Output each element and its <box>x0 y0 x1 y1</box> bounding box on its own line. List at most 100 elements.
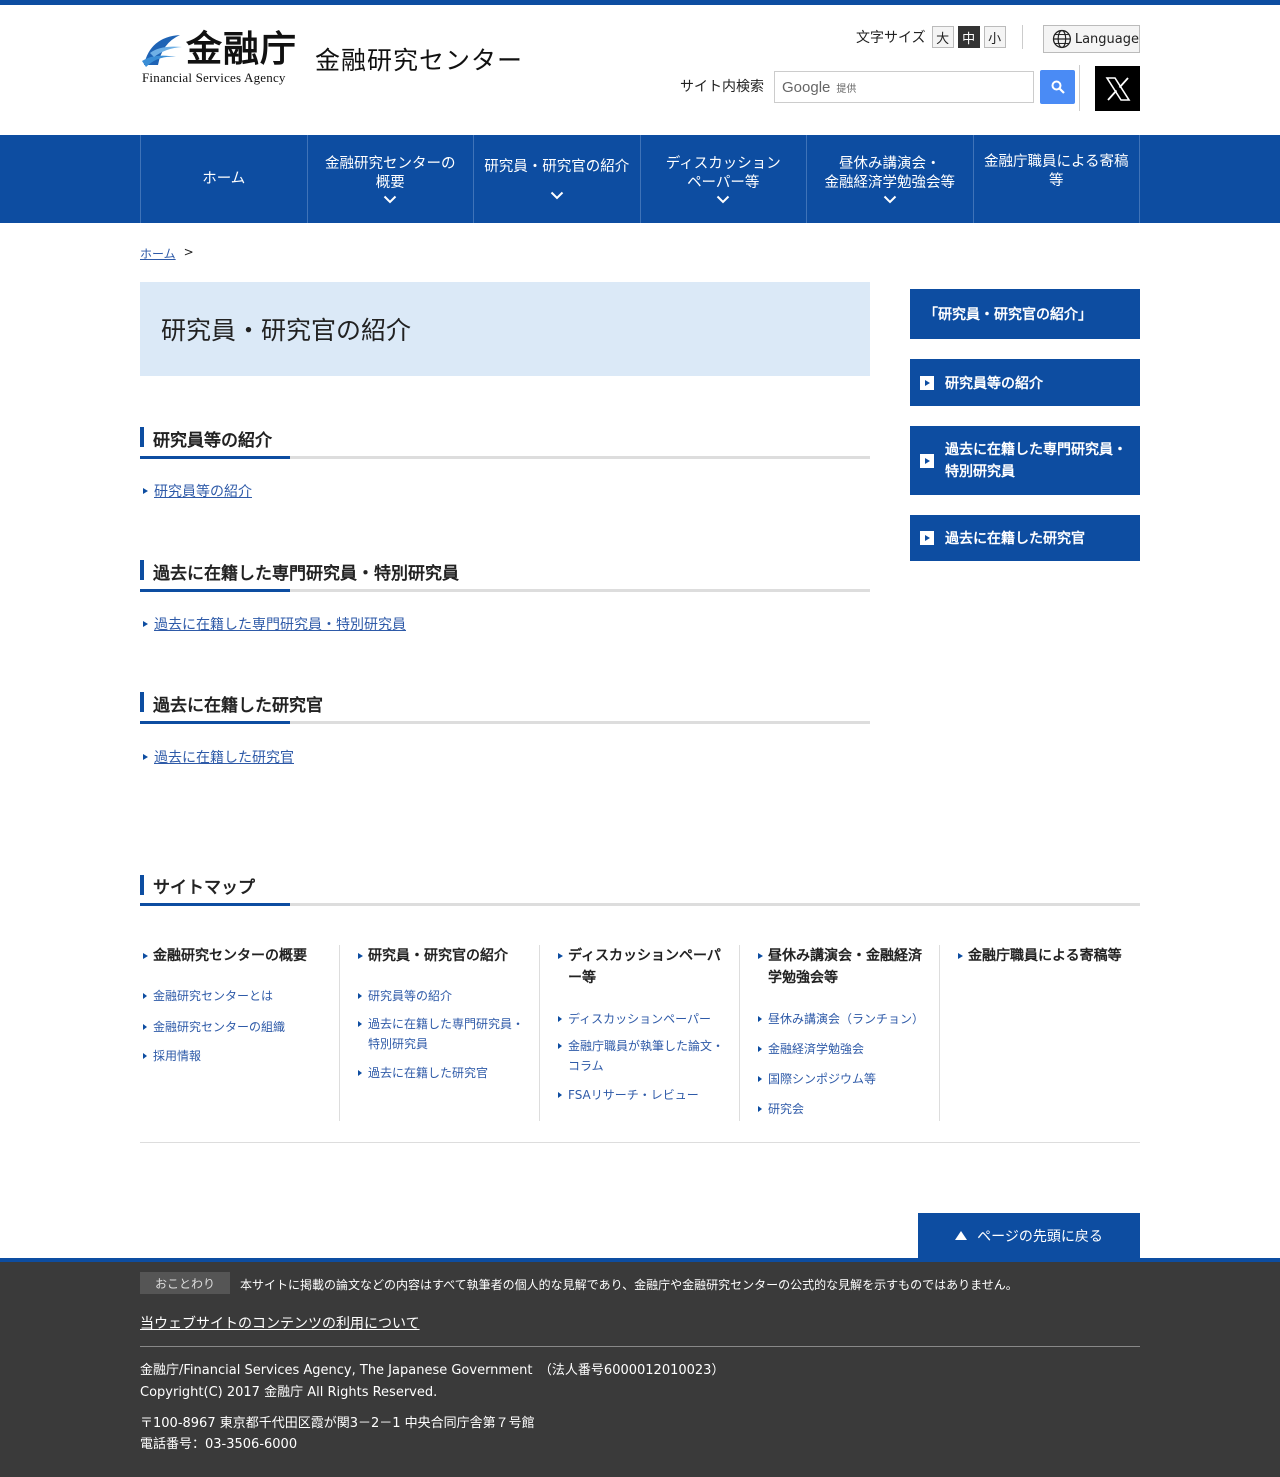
sitemap-column-heading[interactable]: 金融研究センターの概要 <box>140 945 325 967</box>
section-heading-past-officers: 過去に在籍した研究官 <box>140 692 870 728</box>
sitemap-column-heading[interactable]: ディスカッションペーパー等 <box>555 945 725 989</box>
footer-divider <box>140 1346 1140 1347</box>
sitemap-column-heading[interactable]: 金融庁職員による寄稿等 <box>955 945 1140 967</box>
sitemap-column: 研究員・研究官の紹介 研究員等の紹介 過去に在籍した専門研究員・特別研究員 過去… <box>355 945 540 1121</box>
header-divider-2 <box>1079 65 1080 111</box>
page-top-button[interactable]: ページの先頭に戻る <box>918 1213 1140 1258</box>
font-size-small-button[interactable]: 小 <box>983 26 1006 48</box>
logo-center-name: 金融研究センター <box>315 46 524 75</box>
researchers-link[interactable]: 研究員等の紹介 <box>154 481 252 501</box>
sitemap-heading: サイトマップ <box>140 875 1140 911</box>
sitemap-link[interactable]: 過去に在籍した研究官 <box>355 1063 535 1083</box>
sidebar-item-past-officers[interactable]: 過去に在籍した研究官 <box>910 515 1140 561</box>
chevron-down-icon <box>384 195 397 203</box>
sitemap-divider <box>140 1142 1140 1143</box>
section-heading-text: 過去に在籍した専門研究員・特別研究員 <box>153 564 459 584</box>
notice-text: 本サイトに掲載の論文などの内容はすべて執筆者の個人的な見解であり、金融庁や金融研… <box>240 1278 1018 1292</box>
section-heading-text: 研究員等の紹介 <box>153 431 272 451</box>
arrow-right-icon <box>920 375 934 390</box>
page-top-label: ページの先頭に戻る <box>977 1228 1103 1245</box>
nav-contributions[interactable]: 金融庁職員による寄稿 等 <box>974 135 1140 223</box>
sitemap-link[interactable]: 金融研究センターとは <box>140 986 320 1006</box>
section-link-item: 研究員等の紹介 <box>143 481 252 501</box>
breadcrumb-home-link[interactable]: ホーム <box>140 245 176 262</box>
font-size-large-button[interactable]: 大 <box>931 26 954 48</box>
nav-researchers-label: 研究員・研究官の紹介 <box>484 159 630 175</box>
sitemap-column: 金融研究センターの概要 金融研究センターとは 金融研究センターの組織 採用情報 <box>140 945 340 1121</box>
notice-tag: おことわり <box>140 1272 230 1294</box>
chevron-down-icon <box>883 195 896 203</box>
sidebar-header-label: 「研究員・研究官の紹介」 <box>924 307 1092 323</box>
section-heading-researchers: 研究員等の紹介 <box>140 427 870 463</box>
sitemap-link[interactable]: 国際シンポジウム等 <box>755 1069 935 1089</box>
sitemap-link[interactable]: 採用情報 <box>140 1046 320 1066</box>
sitemap-link[interactable]: 金融研究センターの組織 <box>140 1017 320 1037</box>
sitemap-link[interactable]: FSAリサーチ・レビュー <box>555 1085 735 1105</box>
sitemap-column-heading[interactable]: 研究員・研究官の紹介 <box>355 945 540 967</box>
sitemap-link[interactable]: 金融経済学勉強会 <box>755 1039 935 1059</box>
section-link-item: 過去に在籍した研究官 <box>143 747 294 767</box>
nav-discussion-label: ディスカッション ペーパー等 <box>665 155 781 191</box>
nav-home-label: ホーム <box>202 170 246 187</box>
terms-link[interactable]: 当ウェブサイトのコンテンツの利用について <box>140 1313 420 1333</box>
sitemap-link[interactable]: 金融庁職員が執筆した論文・コラム <box>555 1036 725 1076</box>
breadcrumb-separator: > <box>183 245 194 259</box>
font-size-label: 文字サイズ <box>856 30 926 46</box>
sitemap-column-heading[interactable]: 昼休み講演会・金融経済学勉強会等 <box>755 945 927 989</box>
sitemap-column: ディスカッションペーパー等 ディスカッションペーパー 金融庁職員が執筆した論文・… <box>555 945 740 1121</box>
section-link-item: 過去に在籍した専門研究員・特別研究員 <box>143 614 406 634</box>
sidebar-item-label: 過去に在籍した専門研究員・ 特別研究員 <box>945 441 1127 480</box>
language-label: Language <box>1074 31 1139 47</box>
arrow-right-icon <box>920 531 934 545</box>
site-footer: おことわり 本サイトに掲載の論文などの内容はすべて執筆者の個人的な見解であり、金… <box>0 1258 1280 1477</box>
sidebar-item-label: 研究員等の紹介 <box>945 375 1043 392</box>
header-divider <box>1022 25 1023 49</box>
arrow-up-icon <box>955 1231 968 1240</box>
search-input[interactable]: Google 提供 <box>774 71 1034 103</box>
x-logo-icon <box>1105 76 1130 101</box>
site-logo[interactable]: 金融庁 Financial Services Agency 金融研究センター <box>140 27 530 89</box>
nav-overview-label: 金融研究センターの 概要 <box>325 155 456 191</box>
search-label: サイト内検索 <box>680 79 764 95</box>
font-size-medium-button[interactable]: 中 <box>957 26 980 48</box>
logo-kanji: 金融庁 <box>186 28 298 70</box>
chevron-down-icon <box>717 195 730 203</box>
arrow-right-icon <box>143 621 148 627</box>
section-heading-past-researchers: 過去に在籍した専門研究員・特別研究員 <box>140 560 870 596</box>
sitemap-link[interactable]: 研究会 <box>755 1099 935 1119</box>
search-button[interactable] <box>1040 70 1075 104</box>
nav-lectures[interactable]: 昼休み講演会・ 金融経済学勉強会等 <box>807 135 974 223</box>
footer-copyright: Copyright(C) 2017 金融庁 All Rights Reserve… <box>140 1385 438 1400</box>
sitemap-link[interactable]: 過去に在籍した専門研究員・特別研究員 <box>355 1014 525 1054</box>
nav-discussion-papers[interactable]: ディスカッション ペーパー等 <box>641 135 807 223</box>
sitemap-link[interactable]: 昼休み講演会（ランチョン） <box>755 1009 935 1029</box>
past-researchers-link[interactable]: 過去に在籍した専門研究員・特別研究員 <box>154 614 406 634</box>
sitemap-link[interactable]: ディスカッションペーパー <box>555 1009 735 1029</box>
nav-contributions-label: 金融庁職員による寄稿 等 <box>983 154 1129 189</box>
sitemap-column: 金融庁職員による寄稿等 <box>955 945 1140 1121</box>
sitemap-link[interactable]: 研究員等の紹介 <box>355 986 535 1006</box>
arrow-right-icon <box>143 754 148 760</box>
sidebar-item-label: 過去に在籍した研究官 <box>945 531 1085 547</box>
nav-overview[interactable]: 金融研究センターの 概要 <box>308 135 474 223</box>
search-google-brand: Google <box>782 78 831 96</box>
chevron-down-icon <box>550 191 563 200</box>
arrow-right-icon <box>143 488 148 494</box>
language-button[interactable]: Language <box>1043 25 1140 53</box>
footer-phone: 電話番号：03-3506-6000 <box>140 1437 298 1452</box>
x-social-button[interactable] <box>1095 66 1140 111</box>
site-header: 金融庁 Financial Services Agency 金融研究センター 文… <box>0 5 1280 135</box>
sidebar-item-past-researchers[interactable]: 過去に在籍した専門研究員・ 特別研究員 <box>910 426 1140 495</box>
sidebar-item-researchers[interactable]: 研究員等の紹介 <box>910 359 1140 406</box>
fsa-logo-icon <box>142 35 182 67</box>
nav-researchers[interactable]: 研究員・研究官の紹介 <box>474 135 641 223</box>
past-officers-link[interactable]: 過去に在籍した研究官 <box>154 747 294 767</box>
breadcrumb: ホーム > <box>140 245 194 262</box>
arrow-right-icon <box>920 453 934 468</box>
global-nav: ホーム 金融研究センターの 概要 研究員・研究官の紹介 ディスカッション ペーパ… <box>0 135 1280 223</box>
font-size-switcher: 文字サイズ 大 中 小 <box>856 26 1006 48</box>
sidebar-header[interactable]: 「研究員・研究官の紹介」 <box>910 289 1140 339</box>
nav-lectures-label: 昼休み講演会・ 金融経済学勉強会等 <box>824 155 956 191</box>
nav-home[interactable]: ホーム <box>141 135 308 223</box>
page-title: 研究員・研究官の紹介 <box>140 282 870 376</box>
